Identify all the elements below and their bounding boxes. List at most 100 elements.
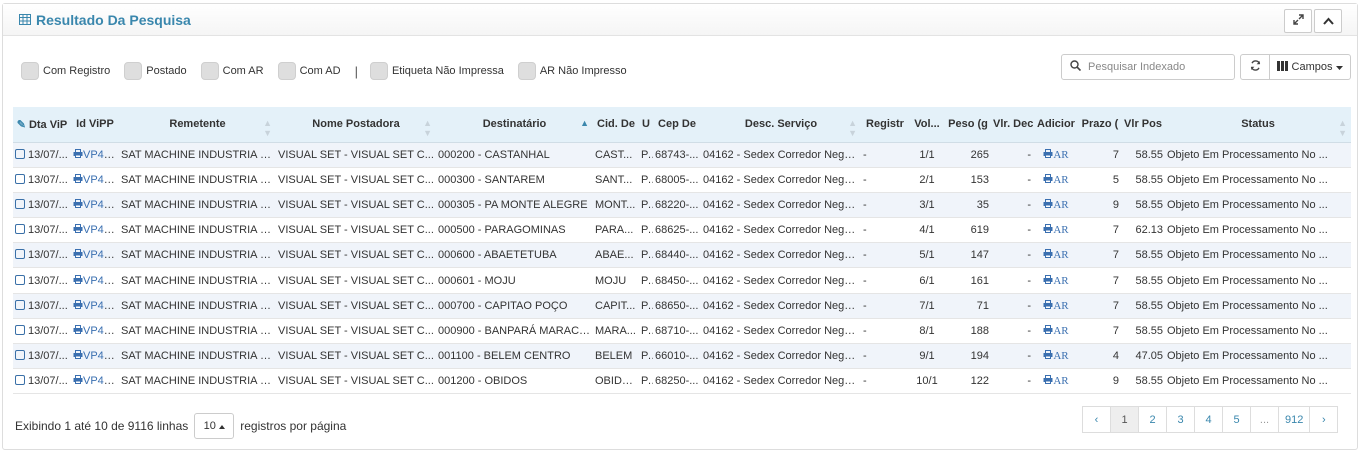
filter-checkbox[interactable]: [200, 62, 219, 80]
vipp-id-link[interactable]: VP4112: [83, 149, 119, 161]
column-header[interactable]: Adicior: [1033, 107, 1079, 143]
page-button[interactable]: 1: [1110, 406, 1139, 433]
print-icon[interactable]: [73, 274, 83, 287]
print-icon[interactable]: [73, 299, 83, 312]
print-icon[interactable]: [73, 350, 83, 362]
vipp-id-link[interactable]: VP4112: [83, 300, 119, 312]
row-checkbox[interactable]: [15, 324, 25, 335]
print-icon[interactable]: [1043, 224, 1053, 236]
table-row[interactable]: 13/07/... VP4112 SAT MACHINE INDUSTRIA E C…: [13, 293, 1351, 319]
ar-link[interactable]: AR: [1053, 174, 1068, 186]
print-icon[interactable]: [1043, 148, 1053, 161]
column-header[interactable]: Prazo (: [1079, 107, 1121, 143]
vipp-id-link[interactable]: VP4112: [83, 275, 119, 287]
filter-checkbox[interactable]: [369, 62, 388, 80]
page-size-dropdown[interactable]: 10: [194, 413, 235, 439]
row-checkbox[interactable]: [15, 148, 25, 159]
table-row[interactable]: 13/07/... VP4112 SAT MACHINE INDUSTRIA E C…: [13, 242, 1351, 268]
row-checkbox[interactable]: [15, 198, 25, 209]
column-header[interactable]: Vlr Pos: [1121, 107, 1165, 143]
column-header[interactable]: U: [639, 107, 653, 143]
print-icon[interactable]: [1043, 173, 1053, 186]
row-checkbox[interactable]: [15, 350, 25, 361]
ar-link[interactable]: AR: [1053, 350, 1068, 362]
vipp-id-link[interactable]: VP4112: [83, 375, 119, 387]
print-icon[interactable]: [73, 148, 83, 161]
refresh-button[interactable]: [1240, 54, 1270, 80]
ar-link[interactable]: AR: [1053, 325, 1068, 337]
filter-checkbox[interactable]: [21, 62, 39, 80]
column-header[interactable]: Remetente ▲ ▼: [119, 107, 276, 143]
print-icon[interactable]: [1043, 375, 1053, 387]
filter-com-ad[interactable]: Com AD: [277, 62, 341, 80]
row-checkbox[interactable]: [15, 274, 25, 285]
column-header[interactable]: Peso (g: [945, 107, 991, 143]
table-row[interactable]: 13/07/... VP4112 SAT MACHINE INDUSTRIA E C…: [13, 369, 1351, 394]
column-header[interactable]: Vlr. Dec: [991, 107, 1033, 143]
vipp-id-link[interactable]: VP4112: [83, 350, 119, 362]
column-header[interactable]: Registr: [861, 107, 909, 143]
column-header[interactable]: ✎ Dta ViP: [13, 107, 71, 143]
ar-link[interactable]: AR: [1053, 249, 1068, 261]
table-row[interactable]: 13/07/... VP4112 SAT MACHINE INDUSTRIA E C…: [13, 318, 1351, 344]
column-header[interactable]: Status ▲ ▼: [1165, 107, 1351, 143]
columns-dropdown-button[interactable]: Campos: [1269, 54, 1351, 80]
page-button[interactable]: 2: [1138, 406, 1167, 433]
print-icon[interactable]: [73, 375, 83, 387]
print-icon[interactable]: [73, 249, 83, 261]
table-row[interactable]: 13/07/... VP4112 SAT MACHINE INDUSTRIA E C…: [13, 142, 1351, 168]
collapse-button[interactable]: [1314, 9, 1342, 33]
vipp-id-link[interactable]: VP4112: [83, 249, 119, 261]
prev-page-button[interactable]: ‹: [1082, 406, 1111, 433]
column-header[interactable]: Cep De: [653, 107, 701, 143]
ar-link[interactable]: AR: [1053, 275, 1068, 287]
table-row[interactable]: 13/07/... VP4112 SAT MACHINE INDUSTRIA E C…: [13, 268, 1351, 294]
row-checkbox[interactable]: [15, 299, 25, 310]
print-icon[interactable]: [1043, 299, 1053, 312]
row-checkbox[interactable]: [15, 249, 25, 260]
page-button[interactable]: 5: [1222, 406, 1251, 433]
print-icon[interactable]: [73, 198, 83, 211]
ar-link[interactable]: AR: [1053, 149, 1068, 161]
next-page-button[interactable]: ›: [1309, 406, 1339, 433]
filter-checkbox[interactable]: [124, 62, 143, 80]
column-header[interactable]: Cid. De: [593, 107, 639, 143]
edit-icon[interactable]: ✎: [17, 119, 26, 131]
table-row[interactable]: 13/07/... VP4112 SAT MACHINE INDUSTRIA E C…: [13, 192, 1351, 218]
ar-link[interactable]: AR: [1053, 300, 1068, 312]
filter-com-registro[interactable]: Com Registro: [21, 62, 110, 80]
search-input[interactable]: [1086, 60, 1226, 74]
vipp-id-link[interactable]: VP4112: [83, 224, 119, 236]
page-button[interactable]: 912: [1278, 406, 1311, 433]
row-checkbox[interactable]: [15, 224, 25, 235]
print-icon[interactable]: [73, 324, 83, 337]
page-button[interactable]: 3: [1166, 406, 1195, 433]
ar-link[interactable]: AR: [1053, 224, 1068, 236]
column-header[interactable]: Destinatário ▲: [436, 107, 593, 143]
print-icon[interactable]: [1043, 350, 1053, 362]
page-button[interactable]: ...: [1250, 406, 1279, 433]
filter-com-ar[interactable]: Com AR: [200, 62, 264, 80]
print-icon[interactable]: [1043, 324, 1053, 337]
row-checkbox[interactable]: [15, 375, 25, 386]
filter-checkbox[interactable]: [517, 62, 536, 80]
filter-ar-nao-impresso[interactable]: AR Não Impresso: [517, 62, 627, 80]
column-header[interactable]: Vol...: [909, 107, 945, 143]
column-header[interactable]: Id ViPP: [71, 107, 119, 143]
filter-postado[interactable]: Postado: [124, 62, 187, 80]
page-button[interactable]: 4: [1194, 406, 1223, 433]
vipp-id-link[interactable]: VP4112: [83, 174, 119, 186]
print-icon[interactable]: [1043, 274, 1053, 287]
vipp-id-link[interactable]: VP4112: [83, 199, 119, 211]
print-icon[interactable]: [1043, 249, 1053, 261]
print-icon[interactable]: [73, 224, 83, 236]
print-icon[interactable]: [1043, 198, 1053, 211]
filter-etiqueta-nao-impressa[interactable]: Etiqueta Não Impressa: [369, 62, 504, 80]
filter-checkbox[interactable]: [277, 62, 296, 80]
expand-button[interactable]: [1284, 9, 1312, 33]
table-row[interactable]: 13/07/... VP4112 SAT MACHINE INDUSTRIA E C…: [13, 218, 1351, 243]
column-header[interactable]: Nome Postadora ▲ ▼: [276, 107, 436, 143]
vipp-id-link[interactable]: VP4112: [83, 325, 119, 337]
row-checkbox[interactable]: [15, 173, 25, 184]
column-header[interactable]: Desc. Serviço ▲ ▼: [701, 107, 861, 143]
